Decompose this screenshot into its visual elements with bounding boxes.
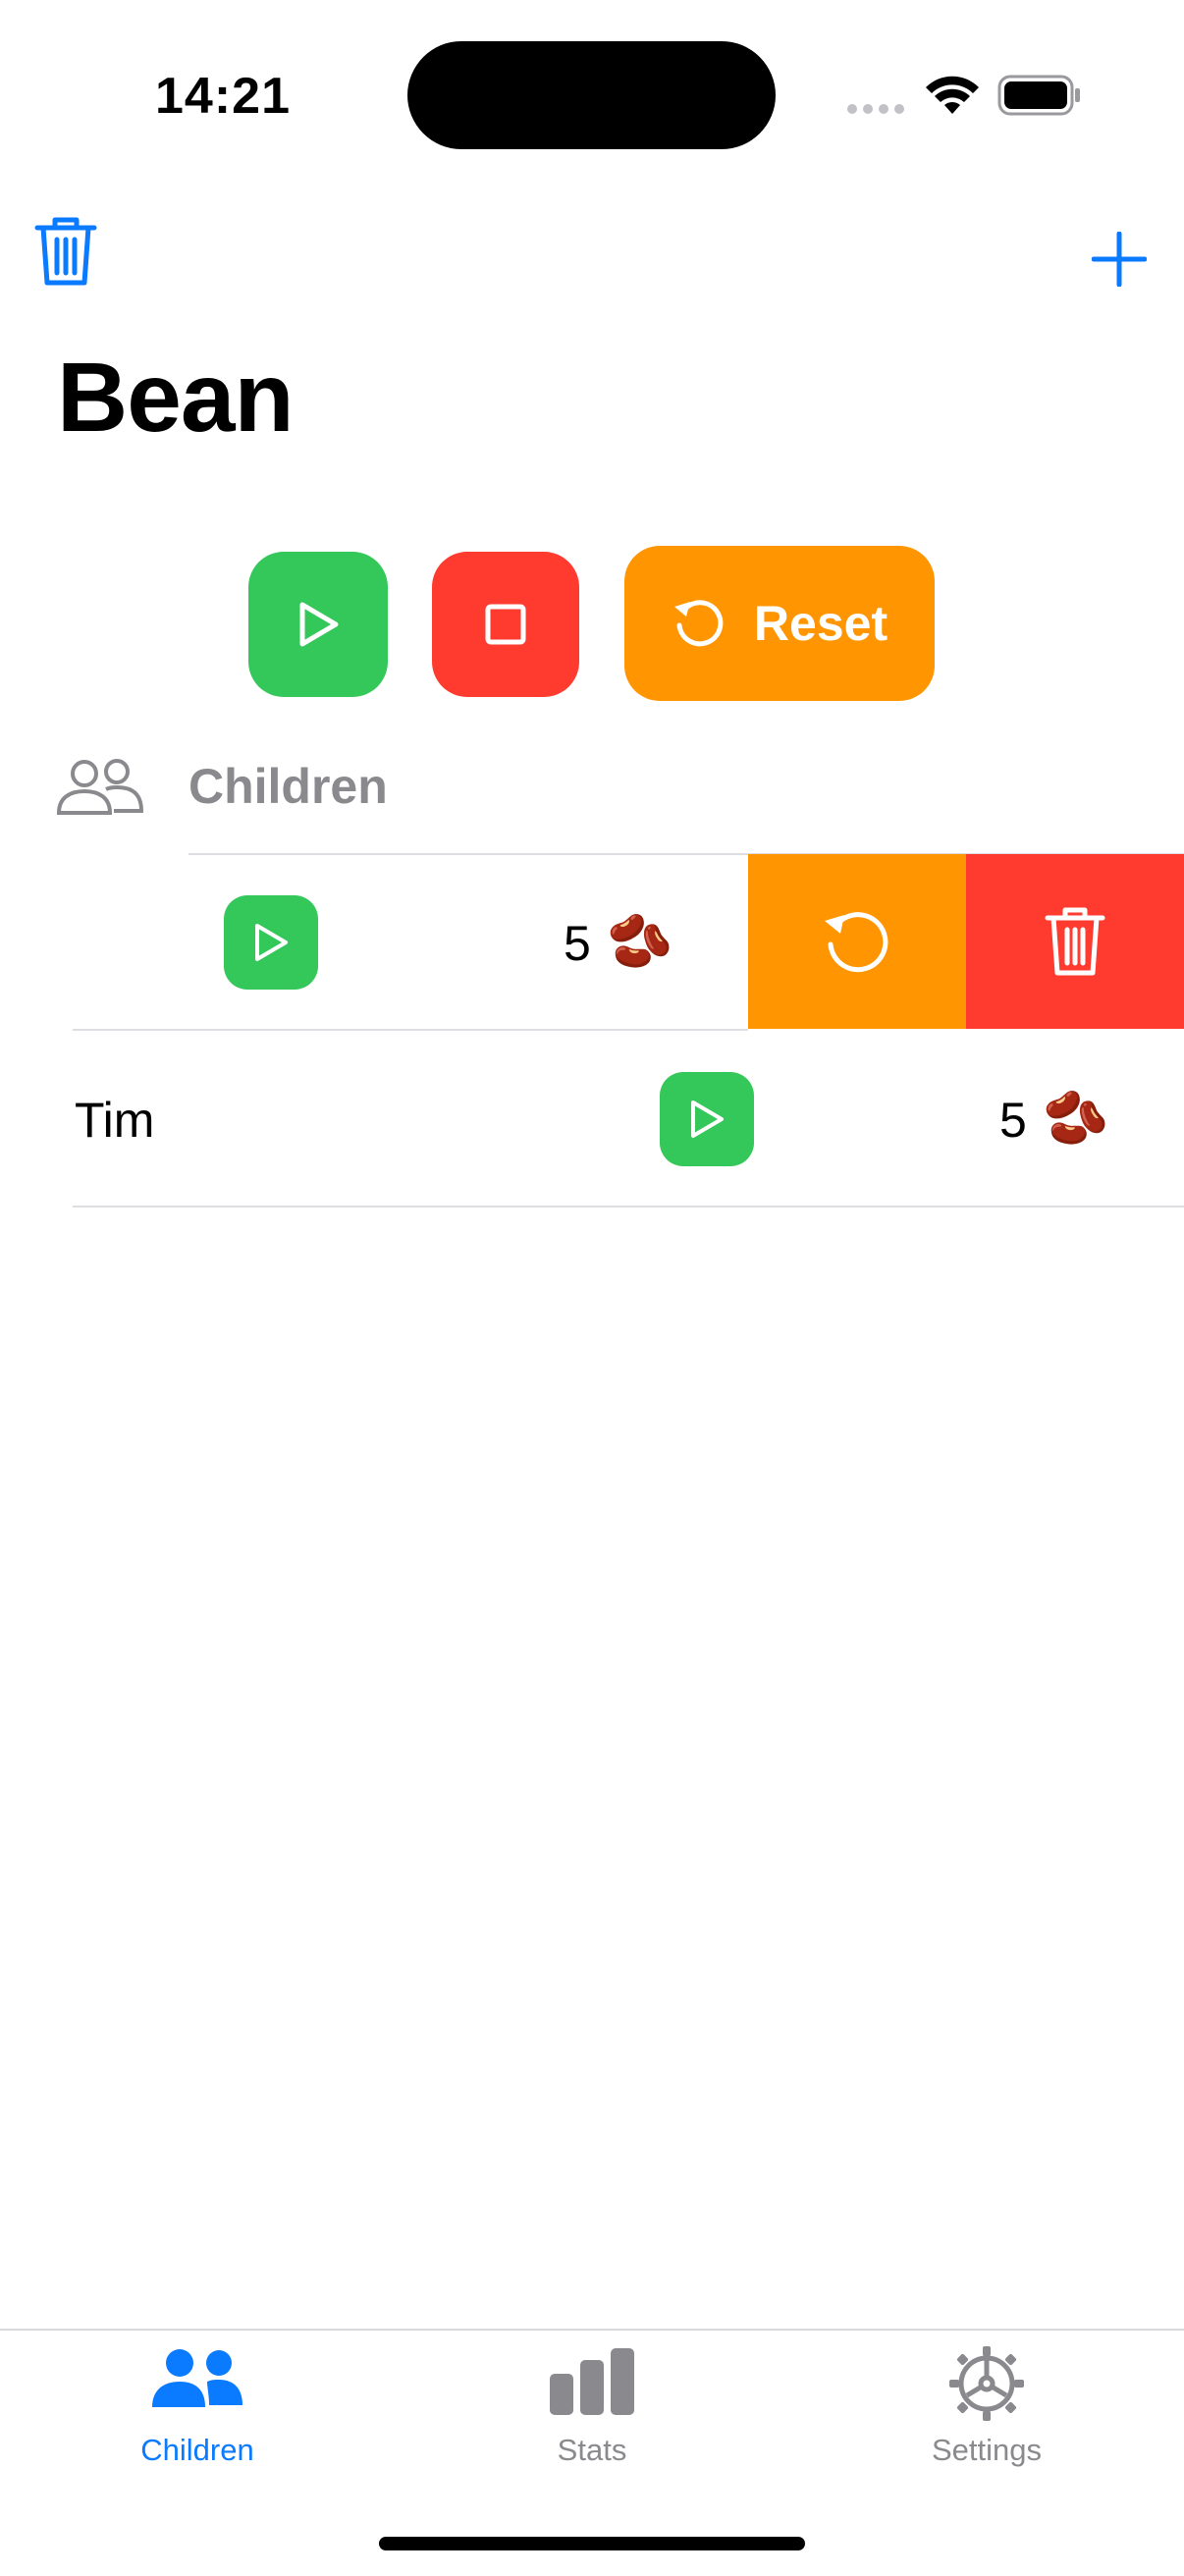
- list-item[interactable]: 5 🫘: [0, 854, 748, 1029]
- stop-icon: [485, 604, 526, 645]
- tab-settings-label[interactable]: Settings: [789, 2433, 1184, 2468]
- reset-icon: [825, 912, 888, 973]
- tab-settings[interactable]: [789, 2346, 1184, 2426]
- play-icon: [691, 1100, 724, 1138]
- add-icon[interactable]: [1091, 231, 1148, 292]
- trash-icon: [1045, 907, 1105, 976]
- stop-all-button[interactable]: [432, 552, 579, 697]
- swipe-reset-button[interactable]: [748, 854, 966, 1029]
- wifi-icon: [925, 75, 980, 121]
- reset-label: Reset: [753, 596, 888, 651]
- start-all-button[interactable]: [248, 552, 388, 697]
- cellular-signal-icon: [846, 102, 907, 121]
- row-count: 5: [564, 916, 591, 971]
- battery-icon: [997, 75, 1082, 121]
- bean-emoji: 🫘: [607, 912, 673, 971]
- chart-icon: [550, 2348, 634, 2415]
- separator: [73, 1206, 1184, 1208]
- dynamic-island: [407, 41, 776, 149]
- children-section-icon: [55, 756, 145, 824]
- list-item[interactable]: Tim 5 🫘: [0, 1031, 1184, 1206]
- page-title: Bean: [57, 343, 295, 453]
- trash-icon[interactable]: [33, 214, 98, 294]
- section-label: Children: [188, 759, 388, 814]
- reset-all-button[interactable]: Reset: [624, 546, 935, 701]
- tab-stats[interactable]: [395, 2346, 789, 2422]
- gear-icon: [949, 2346, 1024, 2421]
- row-play-button[interactable]: [224, 895, 318, 990]
- row-name: Tim: [75, 1093, 155, 1148]
- tab-stats-label[interactable]: Stats: [395, 2433, 789, 2468]
- home-indicator[interactable]: [379, 2537, 805, 2550]
- play-icon: [255, 924, 288, 961]
- tab-children-label[interactable]: Children: [0, 2433, 395, 2468]
- bean-emoji: 🫘: [1043, 1089, 1109, 1148]
- tab-children[interactable]: [0, 2346, 395, 2420]
- row-play-button[interactable]: [660, 1072, 754, 1166]
- play-icon: [299, 602, 339, 647]
- swipe-delete-button[interactable]: [966, 854, 1184, 1029]
- people-icon: [152, 2349, 242, 2407]
- status-time: 14:21: [155, 68, 291, 125]
- row-count: 5: [999, 1093, 1027, 1148]
- reset-icon: [673, 600, 724, 647]
